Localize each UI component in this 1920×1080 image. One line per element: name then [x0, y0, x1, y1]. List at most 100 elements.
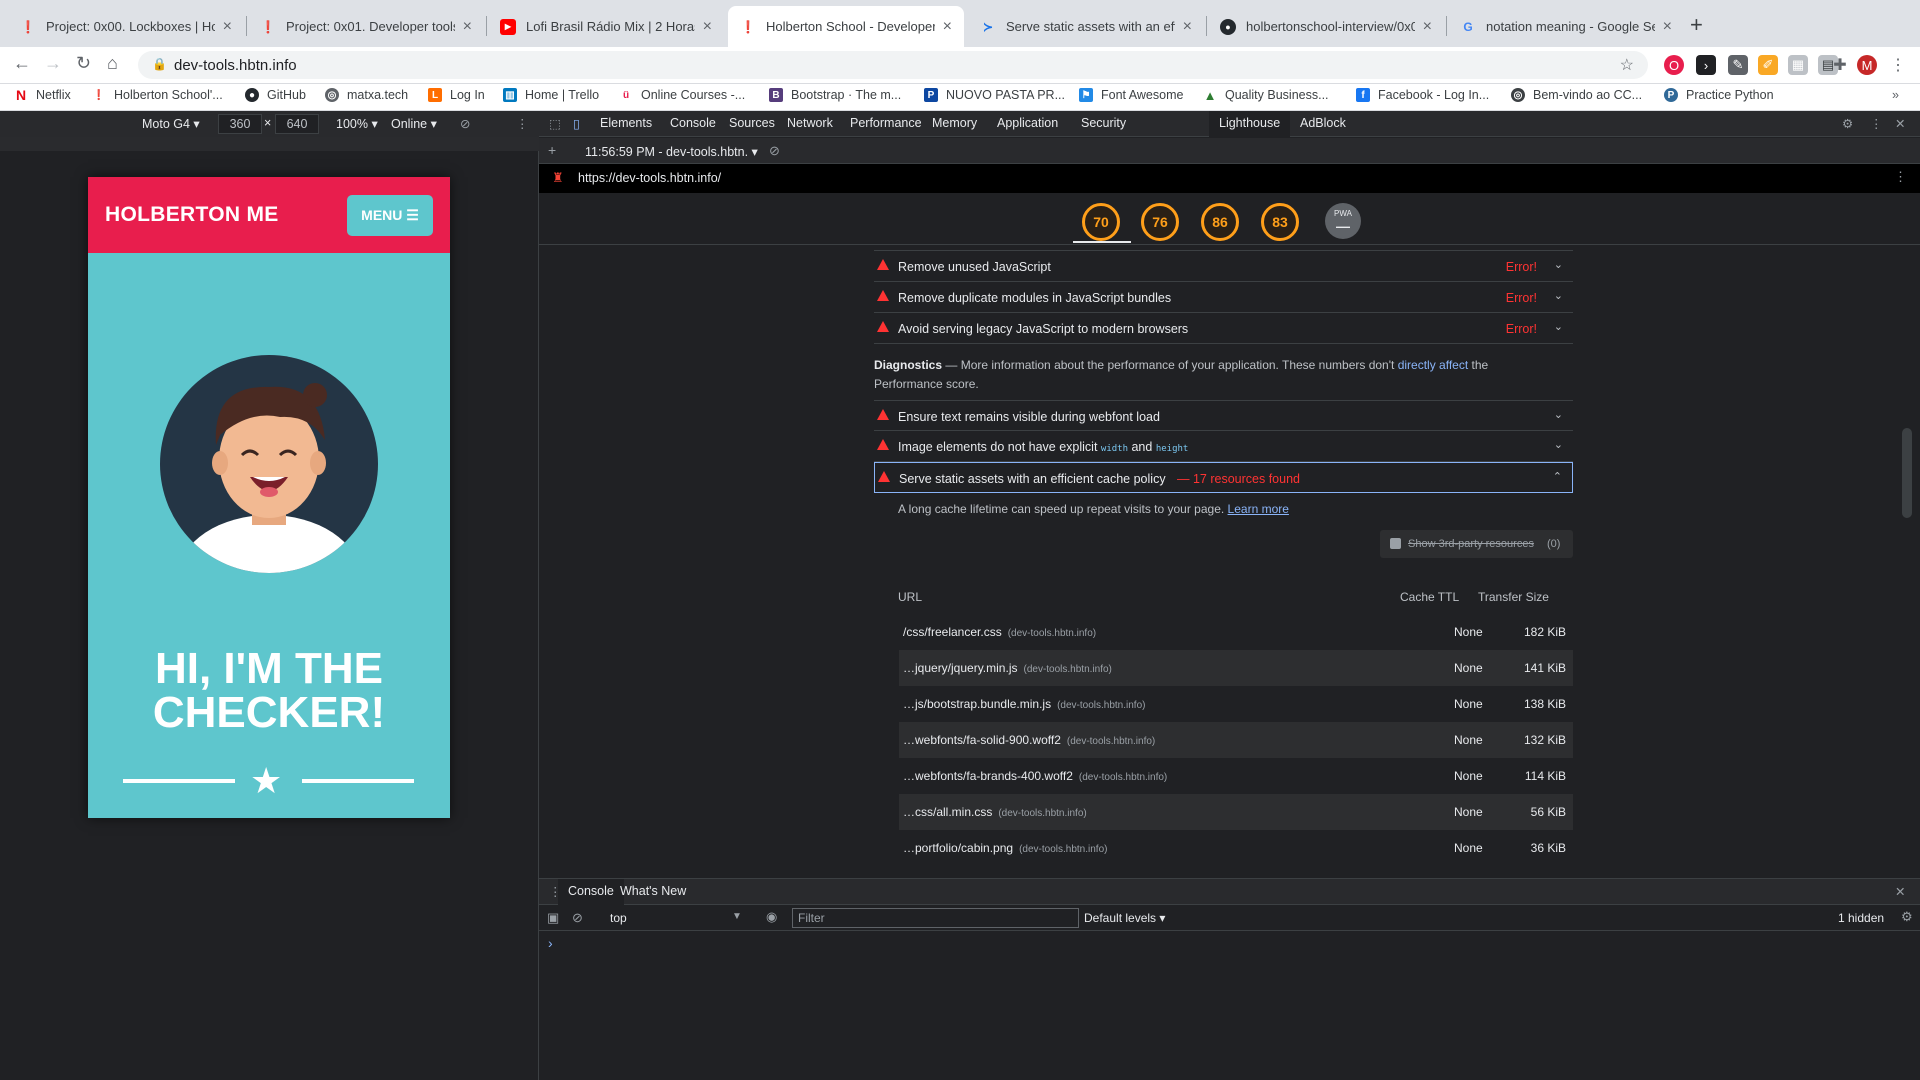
bookmark-item[interactable]: N Netflix: [14, 87, 71, 103]
address-url[interactable]: dev-tools.hbtn.info: [174, 57, 297, 74]
table-row[interactable]: /css/freelancer.css (dev-tools.hbtn.info)…: [899, 614, 1573, 650]
table-row[interactable]: …css/all.min.css (dev-tools.hbtn.info) No…: [899, 794, 1573, 830]
close-icon[interactable]: ✕: [1885, 879, 1915, 905]
console-prompt[interactable]: ›: [548, 935, 553, 951]
row-url[interactable]: …webfonts/fa-solid-900.woff2: [903, 733, 1061, 747]
clear-console-icon[interactable]: ⊘: [572, 910, 583, 926]
audit-row[interactable]: Remove duplicate modules in JavaScript b…: [874, 282, 1573, 313]
row-url[interactable]: …portfolio/cabin.png: [903, 841, 1013, 855]
score-gauge[interactable]: 76: [1141, 203, 1179, 241]
tab-elements[interactable]: Elements: [590, 111, 662, 137]
rotate-icon[interactable]: ⊘: [460, 116, 470, 131]
back-icon[interactable]: ←: [13, 53, 31, 74]
opera-icon[interactable]: O: [1664, 55, 1684, 75]
address-bar[interactable]: 🔒 dev-tools.hbtn.info ☆: [138, 51, 1648, 79]
tab-security[interactable]: Security: [1071, 111, 1136, 137]
score-gauge[interactable]: 70: [1082, 203, 1120, 241]
extension-icon[interactable]: ▦: [1788, 55, 1808, 75]
device-select[interactable]: Moto G4 ▾: [142, 116, 200, 131]
forward-icon[interactable]: →: [44, 53, 62, 74]
table-row[interactable]: …webfonts/fa-solid-900.woff2 (dev-tools.h…: [899, 722, 1573, 758]
tab-performance[interactable]: Performance: [840, 111, 932, 137]
gear-icon[interactable]: ⚙: [1901, 909, 1913, 925]
learn-more-link[interactable]: Learn more: [1228, 502, 1289, 516]
close-icon[interactable]: ×: [1663, 18, 1672, 36]
new-tab-button[interactable]: +: [1690, 12, 1703, 38]
tab-lighthouse[interactable]: Lighthouse: [1209, 111, 1291, 137]
row-url[interactable]: …css/all.min.css: [903, 805, 992, 819]
bookmark-item[interactable]: ❗ Holberton School'...: [92, 88, 223, 102]
menu-kebab-icon[interactable]: ⋮: [1888, 55, 1908, 75]
bookmark-item[interactable]: ü Online Courses -...: [619, 88, 745, 102]
row-url[interactable]: …js/bootstrap.bundle.min.js: [903, 697, 1051, 711]
table-row[interactable]: …js/bootstrap.bundle.min.js (dev-tools.hb…: [899, 686, 1573, 722]
third-party-toggle[interactable]: Show 3rd-party resources (0): [1380, 530, 1573, 558]
menu-button[interactable]: MENU ☰: [347, 195, 433, 236]
row-url[interactable]: /css/freelancer.css: [903, 625, 1002, 639]
browser-tab[interactable]: ❗ Project: 0x00. Lockboxes | Holberton ×: [8, 6, 244, 47]
browser-tab[interactable]: ≻ Serve static assets with an efficient …: [968, 6, 1204, 47]
tab-adblock[interactable]: AdBlock: [1290, 111, 1356, 137]
context-dropdown-icon[interactable]: ▼: [732, 911, 742, 922]
chevron-down-icon[interactable]: ⌄: [1554, 320, 1563, 333]
browser-tab[interactable]: G notation meaning - Google Search ×: [1448, 6, 1684, 47]
sidebar-toggle-icon[interactable]: ▣: [547, 910, 559, 926]
bookmark-item[interactable]: L Log In: [428, 88, 485, 102]
bookmark-item[interactable]: ● GitHub: [245, 88, 306, 102]
report-scrollbar[interactable]: [1902, 428, 1912, 518]
bookmark-item[interactable]: P Practice Python: [1664, 88, 1774, 102]
bookmark-item[interactable]: ◎ Bem-vindo ao CC...: [1511, 88, 1642, 102]
pwa-badge[interactable]: PWA —: [1325, 203, 1361, 239]
tab-memory[interactable]: Memory: [922, 111, 987, 137]
tab-network[interactable]: Network: [777, 111, 843, 137]
home-icon[interactable]: ⌂: [107, 53, 118, 74]
bookmark-item[interactable]: f Facebook - Log In...: [1356, 88, 1489, 102]
browser-tab[interactable]: ▶ Lofi Brasil Rádio Mix | 2 Horas de ×: [488, 6, 724, 47]
star-icon[interactable]: ☆: [1620, 55, 1634, 75]
pencil-icon[interactable]: ✐: [1758, 55, 1778, 75]
eye-icon[interactable]: ◉: [766, 909, 777, 925]
close-icon[interactable]: ×: [223, 18, 232, 36]
audit-row[interactable]: Remove unused JavaScript Error! ⌄: [874, 251, 1573, 282]
close-icon[interactable]: ×: [1183, 18, 1192, 36]
checkbox-icon[interactable]: [1390, 538, 1401, 549]
table-row[interactable]: …jquery/jquery.min.js (dev-tools.hbtn.inf…: [899, 650, 1573, 686]
audit-row[interactable]: Ensure text remains visible during webfo…: [874, 400, 1573, 431]
row-url[interactable]: …webfonts/fa-brands-400.woff2: [903, 769, 1073, 783]
context-select[interactable]: top: [610, 911, 627, 925]
device-toggle-icon[interactable]: ▯: [563, 111, 590, 137]
zoom-select[interactable]: 100% ▾: [336, 116, 378, 131]
height-input[interactable]: 640: [275, 114, 319, 134]
log-levels-select[interactable]: Default levels ▾: [1084, 911, 1165, 925]
chevron-down-icon[interactable]: ⌄: [1554, 289, 1563, 302]
close-icon[interactable]: ×: [943, 18, 952, 36]
table-row[interactable]: …portfolio/cabin.png (dev-tools.hbtn.info…: [899, 830, 1573, 866]
close-icon[interactable]: ✕: [1885, 111, 1915, 137]
tab-console[interactable]: Console: [660, 111, 726, 137]
close-icon[interactable]: ×: [703, 18, 712, 36]
clear-icon[interactable]: ⊘: [769, 143, 780, 159]
width-input[interactable]: 360: [218, 114, 262, 134]
more-options-icon[interactable]: ⋮: [516, 116, 529, 131]
page-brand[interactable]: HOLBERTON ME: [105, 203, 279, 227]
chevron-down-icon[interactable]: ⌄: [1554, 408, 1563, 421]
chevron-down-icon[interactable]: ⌄: [1554, 258, 1563, 271]
drawer-tab-whats-new[interactable]: What's New: [610, 879, 696, 905]
eyedropper-icon[interactable]: ✎: [1728, 55, 1748, 75]
bookmark-item[interactable]: P NUOVO PASTA PR...: [924, 88, 1065, 102]
browser-tab-active[interactable]: ❗ Holberton School - Developer tools ×: [728, 6, 964, 47]
report-select[interactable]: 11:56:59 PM - dev-tools.hbtn. ▾: [585, 144, 758, 159]
row-url[interactable]: …jquery/jquery.min.js: [903, 661, 1017, 675]
score-gauge[interactable]: 86: [1201, 203, 1239, 241]
score-gauge[interactable]: 83: [1261, 203, 1299, 241]
bookmark-item[interactable]: ◎ matxa.tech: [325, 88, 408, 102]
filter-input[interactable]: Filter: [792, 908, 1079, 928]
puzzle-icon[interactable]: ✚: [1830, 55, 1850, 75]
bookmark-item[interactable]: ⚑ Font Awesome: [1079, 88, 1183, 102]
reload-icon[interactable]: ↻: [76, 53, 91, 74]
audit-row-expanded[interactable]: Serve static assets with an efficient ca…: [874, 462, 1573, 493]
close-icon[interactable]: ×: [463, 18, 472, 36]
browser-tab[interactable]: ● holbertonschool-interview/0x00 ×: [1208, 6, 1444, 47]
bookmark-item[interactable]: ▲ Quality Business...: [1203, 88, 1329, 103]
terminal-icon[interactable]: ›: [1696, 55, 1716, 75]
